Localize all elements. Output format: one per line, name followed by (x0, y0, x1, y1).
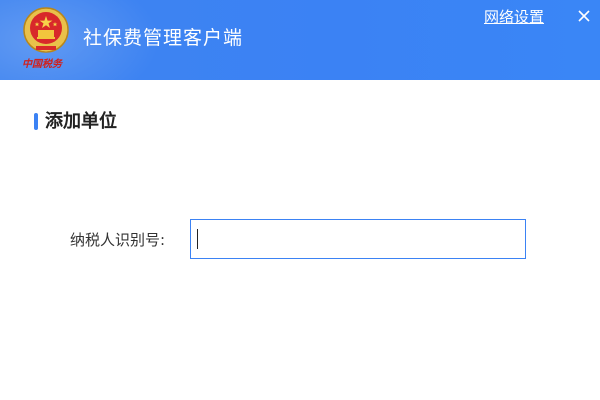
taxpayer-id-input[interactable] (190, 219, 526, 259)
section-accent-bar (34, 113, 38, 130)
taxpayer-id-label: 纳税人识别号: (70, 231, 166, 249)
title-bar: 中国税务 社保费管理客户端 网络设置 (0, 0, 600, 80)
app-window: 中国税务 社保费管理客户端 网络设置 添加单位 纳税人识别号: (0, 0, 600, 400)
logo-caption: 中国税务 (22, 59, 62, 70)
network-settings-link[interactable]: 网络设置 (484, 6, 544, 28)
app-title: 社保费管理客户端 (83, 27, 244, 49)
section-title: 添加单位 (45, 111, 117, 132)
close-button[interactable] (574, 6, 594, 26)
text-caret (197, 229, 198, 249)
close-icon (578, 10, 590, 22)
national-emblem-icon (22, 6, 70, 54)
